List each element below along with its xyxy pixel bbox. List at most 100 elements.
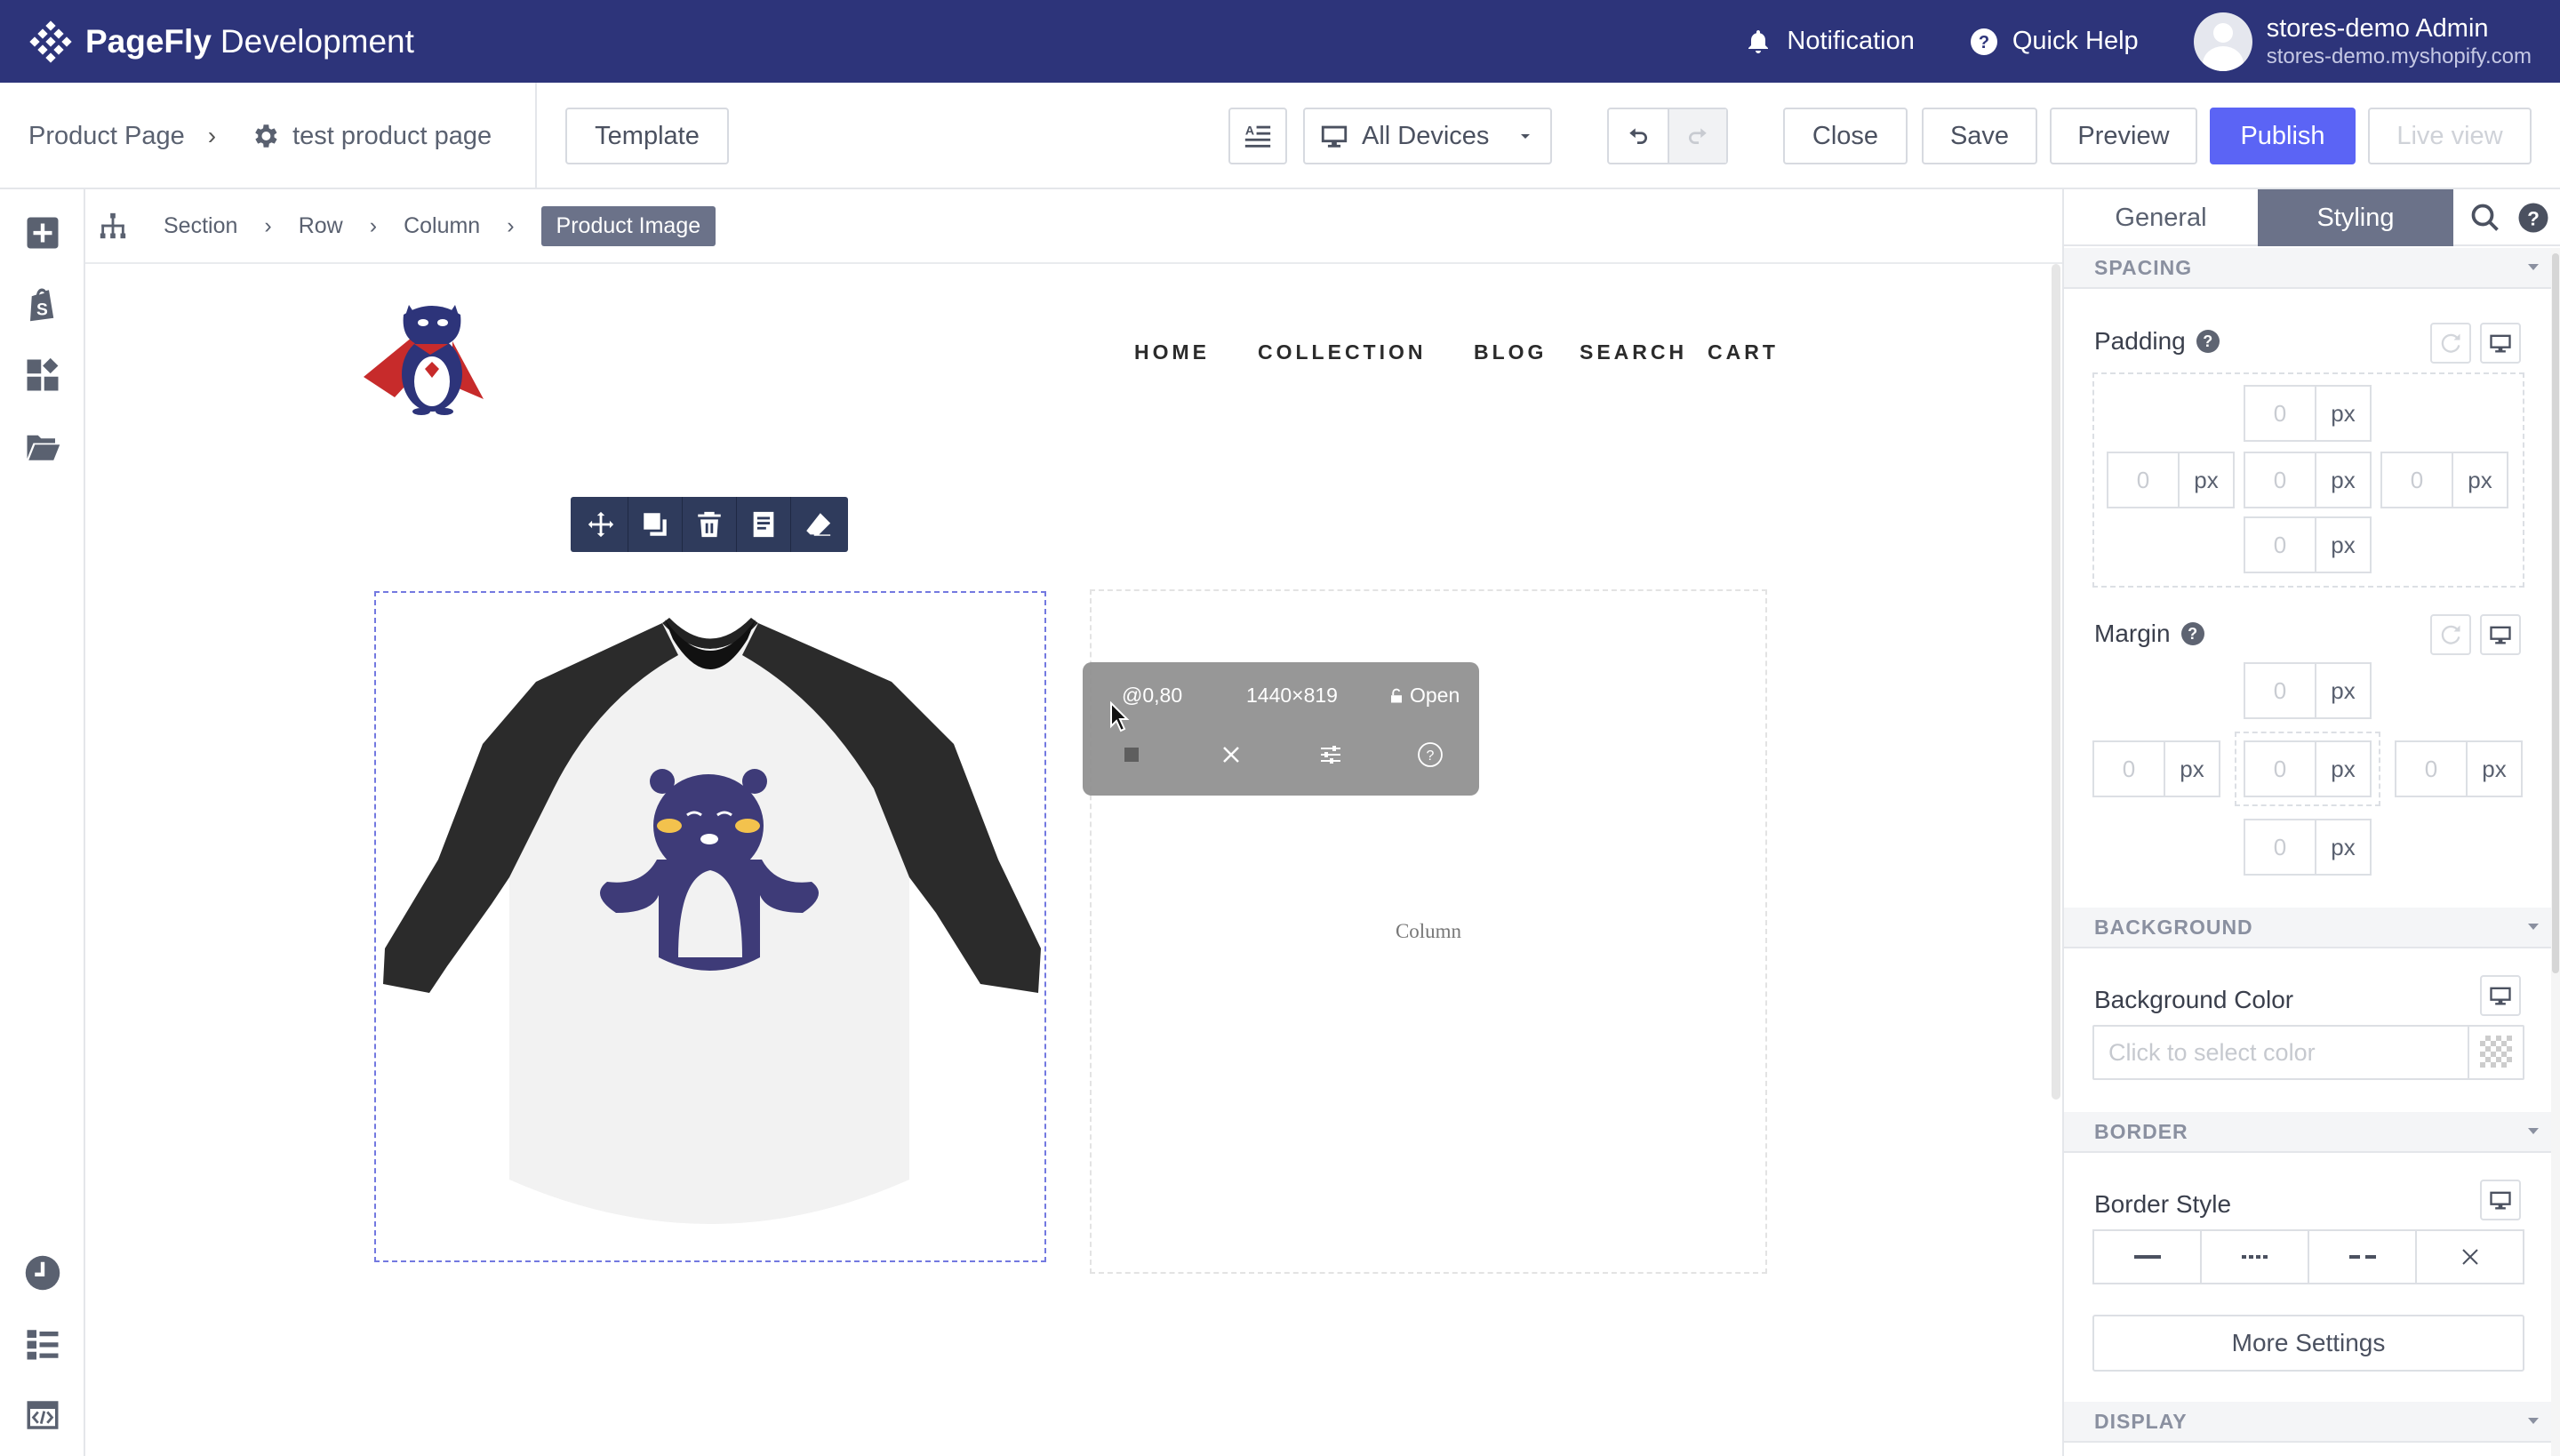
help-icon[interactable]: ? xyxy=(1417,741,1444,768)
background-color-input[interactable]: Click to select color xyxy=(2092,1025,2524,1080)
close-icon xyxy=(2461,1249,2478,1265)
sliders-icon[interactable] xyxy=(1317,741,1344,768)
preview-button[interactable]: Preview xyxy=(2050,108,2197,164)
save-button[interactable]: Save xyxy=(1922,108,2037,164)
margin-right-input[interactable]: 0 px xyxy=(2395,740,2523,797)
nav-blog[interactable]: BLOG xyxy=(1474,340,1547,364)
border-dotted-button[interactable] xyxy=(2202,1231,2309,1283)
chevron-right-icon: › xyxy=(264,212,272,238)
breadcrumb-row[interactable]: Row xyxy=(299,213,343,239)
quick-help-button[interactable]: ? Quick Help xyxy=(1970,27,2139,56)
padding-top-input[interactable]: 0 px xyxy=(2244,385,2372,442)
more-settings-button[interactable]: More Settings xyxy=(2092,1315,2524,1372)
duplicate-icon[interactable] xyxy=(640,509,670,540)
publish-button[interactable]: Publish xyxy=(2210,108,2356,164)
gear-icon[interactable] xyxy=(250,121,280,151)
move-icon[interactable] xyxy=(586,509,616,540)
history-button[interactable] xyxy=(24,1254,61,1292)
product-image xyxy=(383,618,1041,1224)
text-layout-icon: A xyxy=(1244,124,1271,148)
desktop-icon xyxy=(2490,1191,2511,1210)
code-button[interactable] xyxy=(24,1396,61,1434)
close-button[interactable]: Close xyxy=(1783,108,1908,164)
breadcrumb-section[interactable]: Section xyxy=(164,213,237,239)
unit-label: px xyxy=(2468,466,2492,493)
brand[interactable]: PageFly Development xyxy=(28,20,414,64)
padding-center-value: 0 xyxy=(2245,453,2316,507)
padding-bottom-input[interactable]: 0 px xyxy=(2244,516,2372,573)
redo-icon xyxy=(1689,128,1707,144)
desktop-icon xyxy=(2490,987,2511,1005)
page-name[interactable]: test product page xyxy=(292,122,492,151)
close-icon[interactable] xyxy=(1218,741,1244,768)
shopify-elements-button[interactable]: S xyxy=(24,285,61,323)
padding-device-button[interactable] xyxy=(2480,323,2521,364)
margin-device-button[interactable] xyxy=(2480,614,2521,655)
section-display[interactable]: DISPLAY xyxy=(2064,1402,2551,1443)
add-element-button[interactable] xyxy=(24,214,61,252)
sitemap-icon[interactable] xyxy=(98,211,128,241)
nav-search[interactable]: SEARCH xyxy=(1580,340,1687,364)
outline-view-button[interactable]: A xyxy=(1228,108,1287,164)
border-dashed-button[interactable] xyxy=(2309,1231,2417,1283)
padding-center-input[interactable]: 0 px xyxy=(2244,452,2372,508)
capture-lock[interactable]: Open xyxy=(1388,684,1460,708)
apps-button[interactable] xyxy=(24,356,61,394)
section-spacing[interactable]: SPACING xyxy=(2064,248,2551,289)
panel-scrollbar[interactable] xyxy=(2551,248,2560,1456)
breadcrumb-column[interactable]: Column xyxy=(404,213,480,239)
section-background[interactable]: BACKGROUND xyxy=(2064,908,2551,948)
product-image-element[interactable] xyxy=(374,591,1046,1262)
help-icon[interactable]: ? xyxy=(2196,330,2220,353)
store-logo-mascot[interactable] xyxy=(359,292,492,417)
nav-collection[interactable]: COLLECTION xyxy=(1258,340,1427,364)
border-device-button[interactable] xyxy=(2480,1180,2521,1220)
help-icon[interactable]: ? xyxy=(2180,622,2204,645)
search-button[interactable] xyxy=(2469,202,2501,234)
live-view-button[interactable]: Live view xyxy=(2368,108,2532,164)
save-template-icon[interactable] xyxy=(748,509,779,540)
help-button[interactable]: ? xyxy=(2517,202,2549,234)
unit-label: px xyxy=(2331,531,2356,558)
outline-button[interactable] xyxy=(24,1325,61,1363)
margin-bottom-input[interactable]: 0 px xyxy=(2244,819,2372,876)
section-border[interactable]: BORDER xyxy=(2064,1112,2551,1153)
border-solid-button[interactable] xyxy=(2094,1231,2202,1283)
pages-button[interactable] xyxy=(24,428,61,465)
redo-button[interactable] xyxy=(1668,109,1726,163)
border-style-label: Border Style xyxy=(2094,1190,2232,1218)
background-device-button[interactable] xyxy=(2480,975,2521,1016)
tab-general[interactable]: General xyxy=(2064,189,2258,246)
margin-left-input[interactable]: 0 px xyxy=(2092,740,2220,797)
padding-reset-button[interactable] xyxy=(2430,323,2471,364)
svg-text:?: ? xyxy=(1979,33,1989,52)
breadcrumb-product-image[interactable]: Product Image xyxy=(540,205,716,246)
border-none-button[interactable] xyxy=(2417,1231,2523,1283)
tab-styling[interactable]: Styling xyxy=(2258,189,2453,246)
color-placeholder: Click to select color xyxy=(2108,1038,2316,1066)
canvas-scrollbar[interactable] xyxy=(2052,264,2060,1100)
notification-button[interactable]: Notification xyxy=(1744,27,1915,56)
device-select[interactable]: All Devices xyxy=(1303,108,1552,164)
user-menu[interactable]: stores-demo Admin stores-demo.myshopify.… xyxy=(2193,12,2532,71)
chevron-right-icon: › xyxy=(207,122,217,149)
nav-home[interactable]: HOME xyxy=(1134,340,1210,364)
page-type-link[interactable]: Product Page xyxy=(28,122,185,151)
undo-button[interactable] xyxy=(1609,109,1668,163)
color-swatch[interactable] xyxy=(2468,1027,2523,1078)
editor-canvas[interactable]: HOME COLLECTION BLOG SEARCH CART Column … xyxy=(85,264,2062,1456)
caret-down-icon xyxy=(2528,264,2539,270)
padding-left-input[interactable]: 0 px xyxy=(2107,452,2235,508)
margin-reset-button[interactable] xyxy=(2430,614,2471,655)
eraser-icon[interactable] xyxy=(803,509,833,540)
desktop-icon xyxy=(2490,334,2511,353)
padding-right-input[interactable]: 0 px xyxy=(2380,452,2508,508)
trash-icon[interactable] xyxy=(694,509,724,540)
refresh-icon xyxy=(2441,333,2460,353)
notification-label: Notification xyxy=(1787,27,1915,55)
margin-center-input[interactable]: 0 px xyxy=(2244,740,2372,797)
margin-top-input[interactable]: 0 px xyxy=(2244,662,2372,719)
template-button[interactable]: Template xyxy=(565,108,729,164)
nav-cart[interactable]: CART xyxy=(1708,340,1779,364)
stop-icon[interactable] xyxy=(1118,741,1145,768)
